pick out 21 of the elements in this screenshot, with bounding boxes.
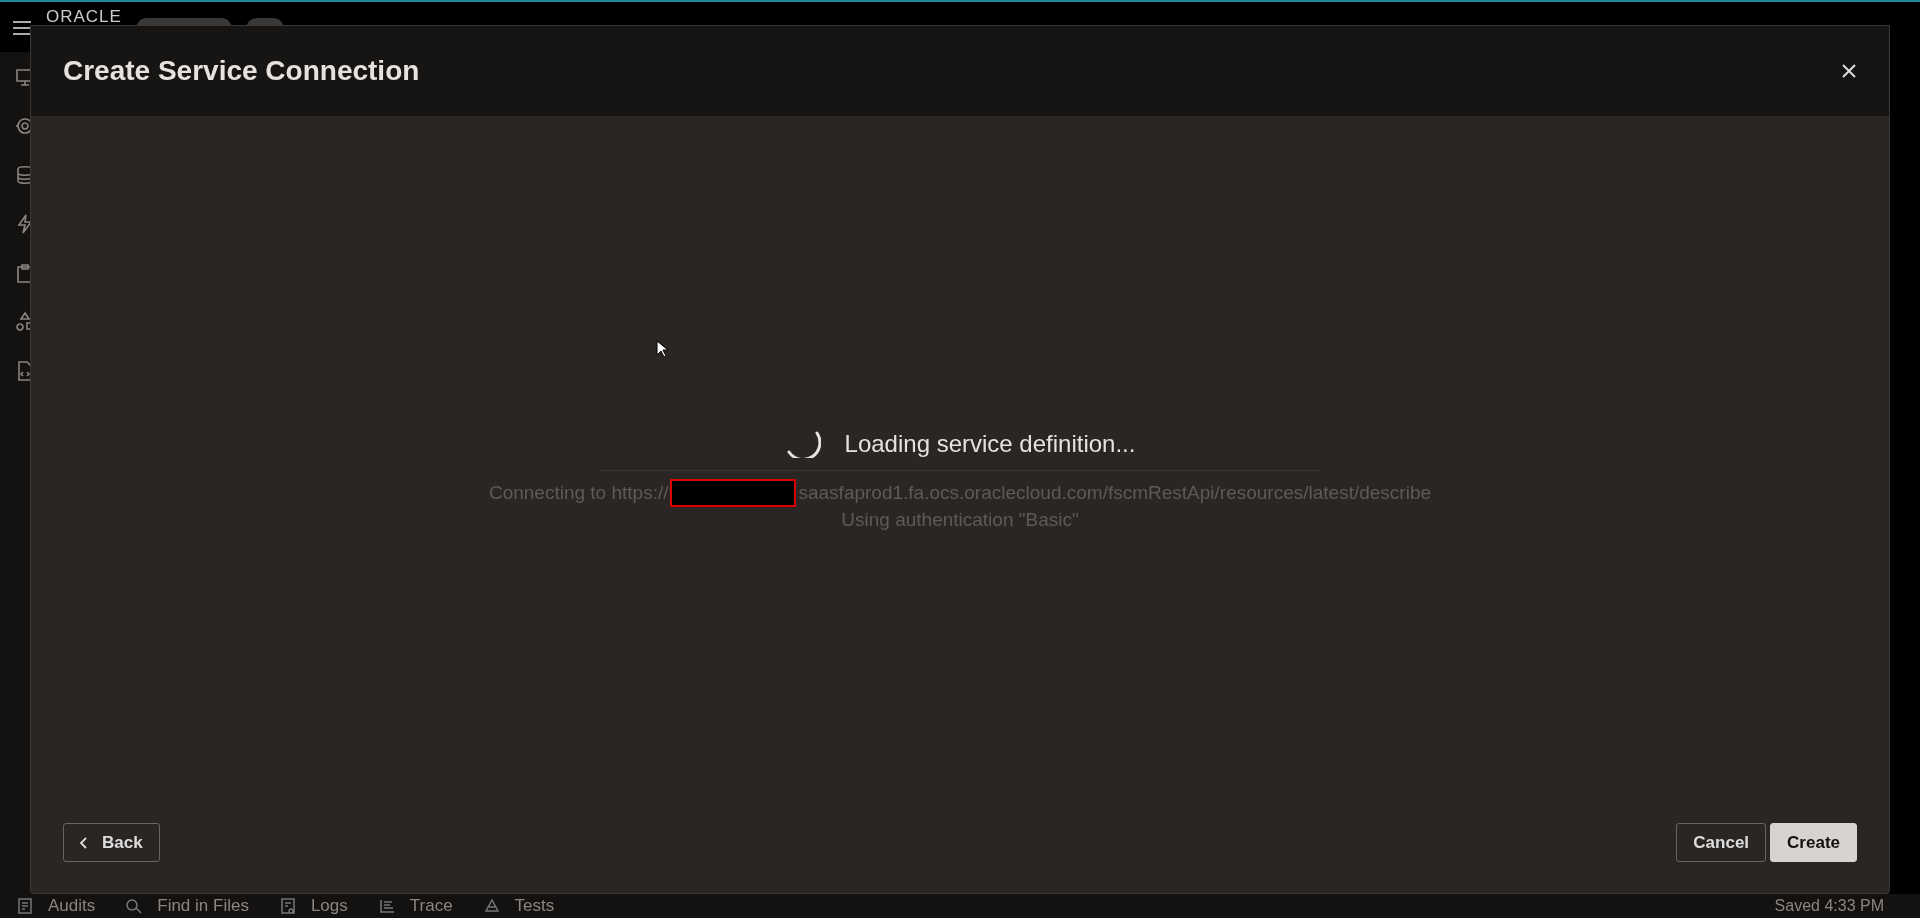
menu-icon[interactable] <box>12 20 32 36</box>
panel-tab[interactable]: Find in Files <box>157 896 249 916</box>
loading-message: Loading service definition... <box>844 430 1136 458</box>
log-icon <box>278 897 297 915</box>
document-icon <box>16 897 34 915</box>
create-button[interactable]: Create <box>1770 823 1857 862</box>
panel-tab[interactable]: Logs <box>310 896 348 916</box>
cursor-icon <box>656 340 668 358</box>
close-icon[interactable] <box>1841 63 1857 79</box>
panel-tab[interactable]: Audits <box>48 896 96 916</box>
search-icon <box>125 897 144 915</box>
panel-tab[interactable]: Trace <box>409 896 453 916</box>
flask-icon <box>482 897 501 915</box>
cancel-button[interactable]: Cancel <box>1676 823 1767 862</box>
list-icon <box>377 897 396 915</box>
chevron-left-icon <box>80 836 88 849</box>
save-status: Saved 4:33 PM <box>1774 897 1885 915</box>
logo: ORACLE <box>46 10 122 24</box>
dialog-title: Create Service Connection <box>63 55 420 87</box>
panel-tab[interactable]: Tests <box>514 896 555 916</box>
back-button[interactable]: Back <box>63 823 160 862</box>
